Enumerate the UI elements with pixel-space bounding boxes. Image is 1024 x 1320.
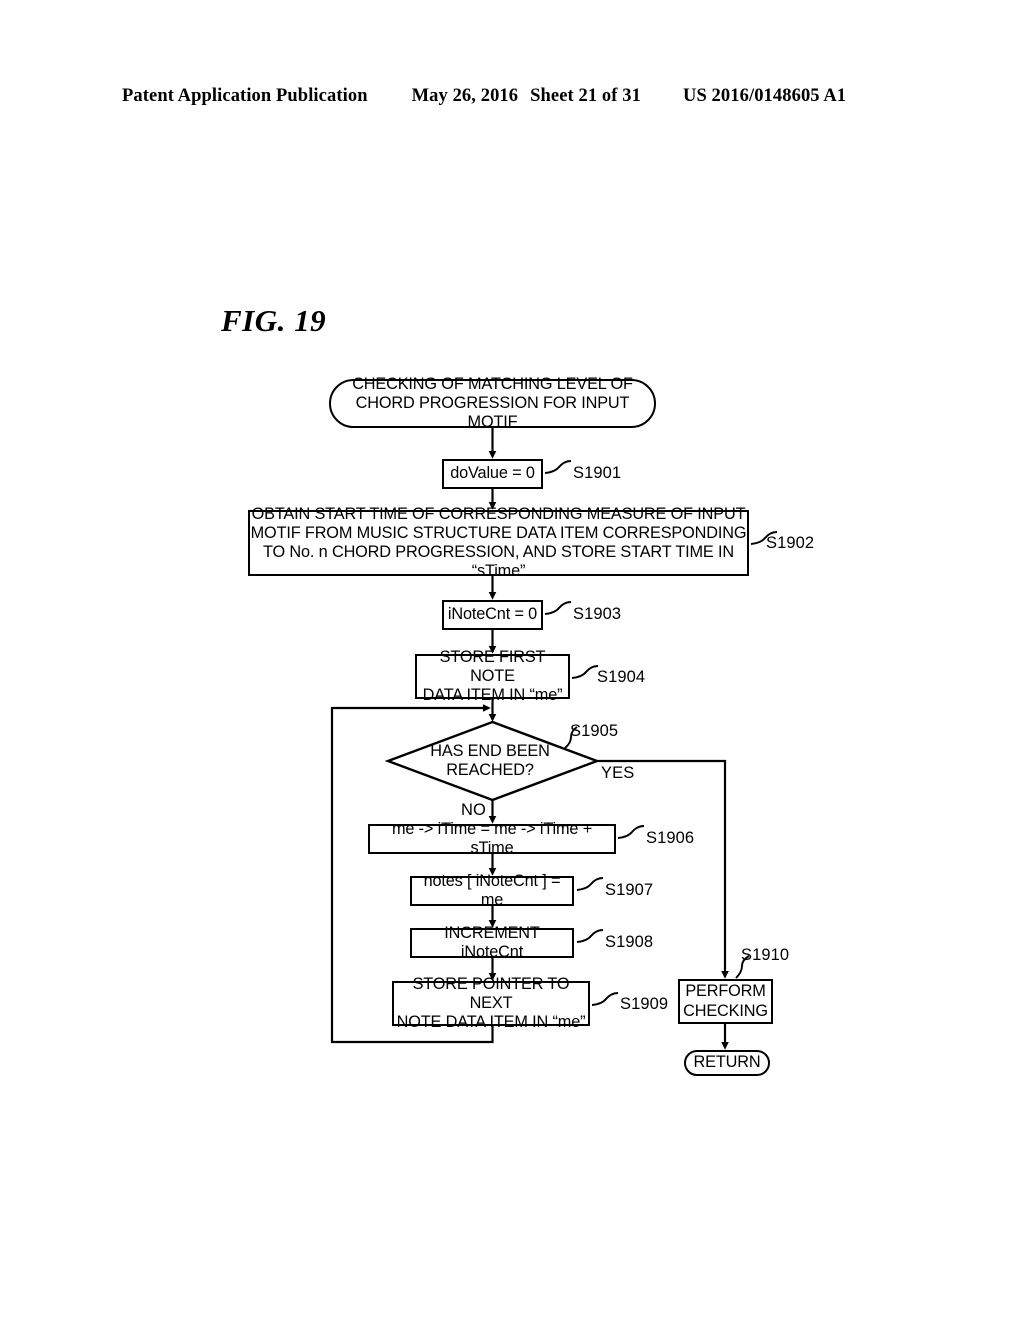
s1902-line-1: OBTAIN START TIME OF CORRESPONDING MEASU… — [251, 504, 746, 523]
s1909-line-1: STORE POINTER TO NEXT — [412, 974, 570, 1012]
edge-label-no: NO — [461, 801, 486, 819]
edge-label-yes: YES — [601, 764, 635, 782]
s1902-line-3: TO No. n CHORD PROGRESSION, AND STORE ST… — [263, 543, 734, 581]
s1902-line-2: MOTIF FROM MUSIC STRUCTURE DATA ITEM COR… — [250, 523, 747, 542]
step-label-s1904: S1904 — [597, 668, 646, 686]
s1901-text: doValue = 0 — [450, 464, 535, 483]
s1908-text: INCREMENT iNoteCnt — [444, 923, 540, 961]
start-line-2: CHORD PROGRESSION FOR INPUT MOTIF — [355, 393, 630, 432]
s1910-line-1: PERFORM — [685, 982, 766, 1001]
s1904-line-2: DATA ITEM IN “me” — [422, 686, 563, 705]
step-label-s1909: S1909 — [620, 995, 669, 1013]
flowchart-diagram: CHECKING OF MATCHING LEVEL OF CHORD PROG… — [0, 0, 1024, 1320]
s1906-text: me -> iTime = me -> iTime + sTime — [391, 819, 593, 857]
step-label-s1906: S1906 — [646, 829, 695, 847]
flowchart-node-s1908: INCREMENT iNoteCnt — [410, 924, 574, 961]
flowchart-node-s1903: iNoteCnt = 0 — [442, 600, 543, 630]
flowchart-node-s1906: me -> iTime = me -> iTime + sTime — [368, 820, 616, 857]
step-label-s1908: S1908 — [605, 933, 654, 951]
start-line-1: CHECKING OF MATCHING LEVEL OF — [352, 374, 633, 393]
s1907-text: notes [ iNoteCnt ] = me — [423, 871, 561, 909]
s1903-text: iNoteCnt = 0 — [447, 605, 538, 624]
step-label-s1903: S1903 — [573, 605, 622, 623]
flowchart-node-s1904: STORE FIRST NOTE DATA ITEM IN “me” — [415, 648, 570, 704]
step-label-s1901: S1901 — [573, 464, 622, 482]
step-label-s1902: S1902 — [766, 534, 815, 552]
flowchart-node-start: CHECKING OF MATCHING LEVEL OF CHORD PROG… — [329, 375, 656, 432]
return-text: RETURN — [693, 1053, 761, 1072]
flowchart-node-s1909: STORE POINTER TO NEXT NOTE DATA ITEM IN … — [392, 975, 590, 1031]
flowchart-node-s1902: OBTAIN START TIME OF CORRESPONDING MEASU… — [248, 505, 749, 580]
step-label-s1905: S1905 — [570, 722, 619, 740]
s1905-line-1: HAS END BEEN — [430, 742, 550, 760]
s1904-line-1: STORE FIRST NOTE — [439, 647, 546, 685]
flowchart-node-s1901: doValue = 0 — [442, 459, 543, 489]
s1910-line-2: CHECKING — [683, 1001, 768, 1020]
flowchart-node-s1905: HAS END BEEN REACHED? — [400, 742, 580, 780]
flowchart-node-return: RETURN — [684, 1050, 770, 1076]
flowchart-node-s1907: notes [ iNoteCnt ] = me — [410, 872, 574, 909]
step-label-s1910: S1910 — [741, 946, 790, 964]
flowchart-node-s1910: PERFORM CHECKING — [678, 979, 773, 1024]
step-label-s1907: S1907 — [605, 881, 654, 899]
s1909-line-2: NOTE DATA ITEM IN “me” — [396, 1013, 586, 1032]
s1905-line-2: REACHED? — [446, 761, 534, 780]
